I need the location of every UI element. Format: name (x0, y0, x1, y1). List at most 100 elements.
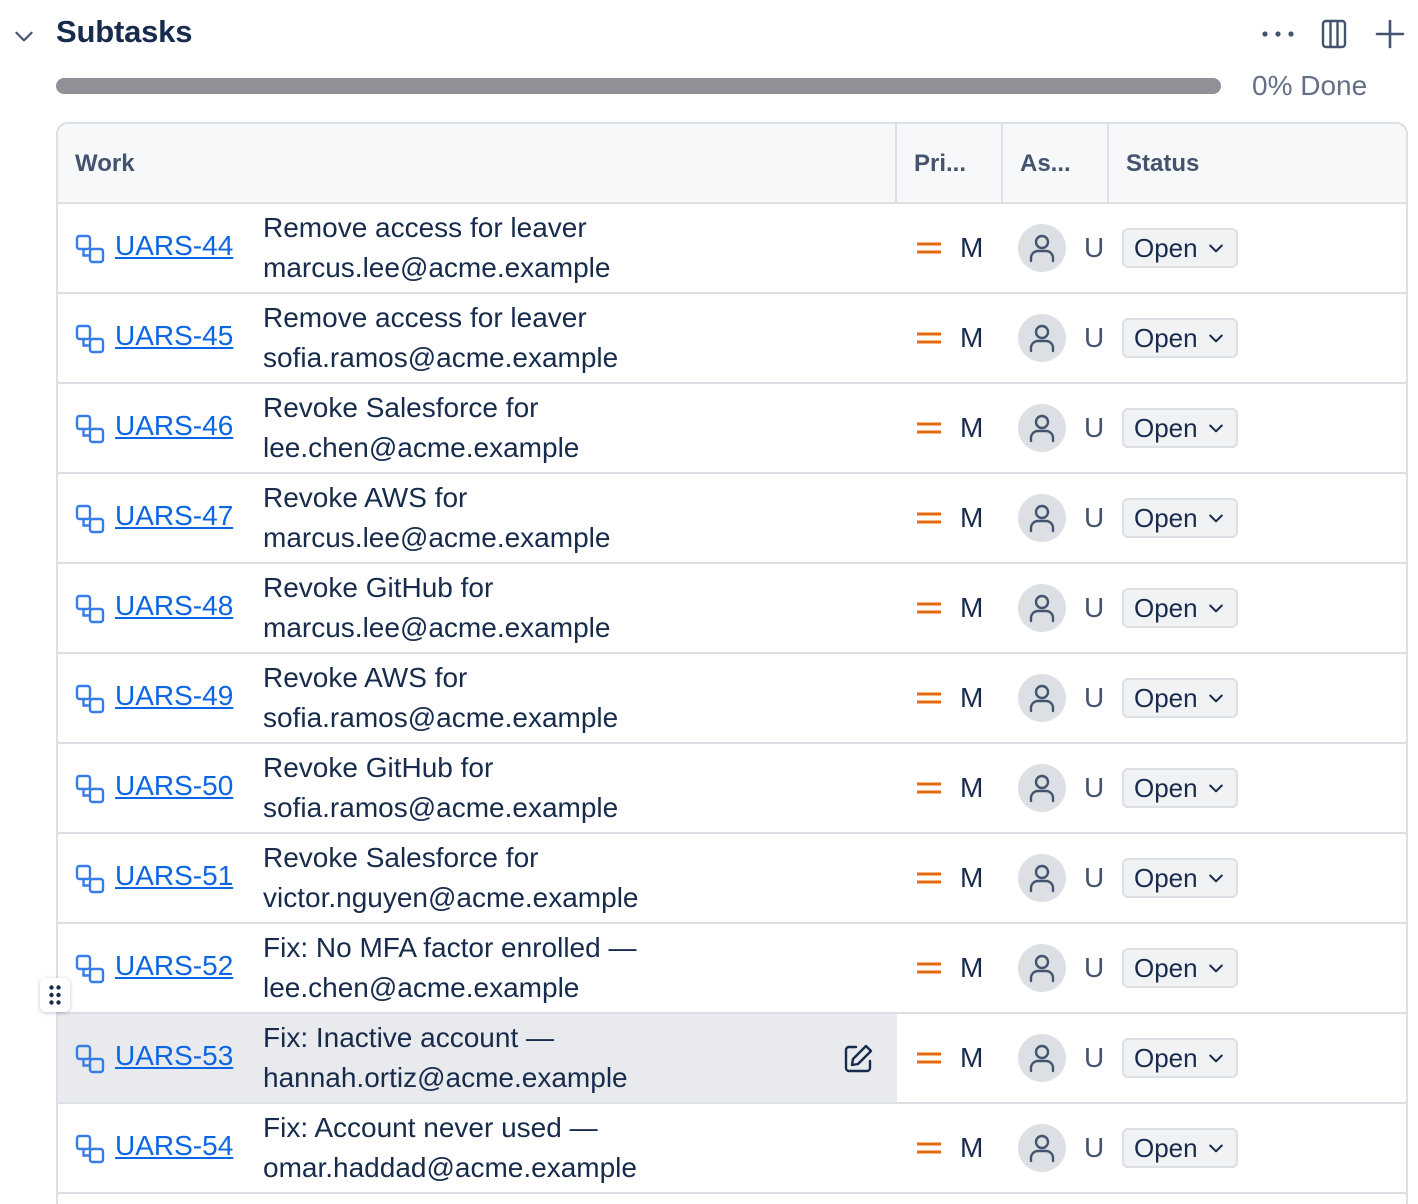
table-row[interactable]: UARS-54 Fix: Account never used — omar.ha… (58, 1104, 1406, 1194)
status-dropdown[interactable]: Open (1122, 228, 1238, 268)
assignee-cell[interactable]: U (1018, 204, 1104, 292)
issue-key-link[interactable]: UARS-52 (115, 950, 233, 982)
issue-key-link[interactable]: UARS-45 (115, 320, 233, 352)
chevron-down-icon (1208, 1054, 1223, 1063)
drag-handle[interactable] (40, 978, 70, 1012)
subtask-icon (75, 324, 105, 354)
assignee-cell[interactable]: U (1018, 474, 1104, 562)
status-dropdown[interactable]: Open (1122, 408, 1238, 448)
work-cell: UARS-50 Revoke GitHub for sofia.ramos@acm… (58, 744, 897, 832)
table-row[interactable]: UARS-51 Revoke Salesforce for victor.nguy… (58, 834, 1406, 924)
issue-key-link[interactable]: UARS-51 (115, 860, 233, 892)
status-label: Open (1134, 952, 1198, 983)
issue-key-link[interactable]: UARS-47 (115, 500, 233, 532)
assignee-cell[interactable]: U (1018, 294, 1104, 382)
assignee-cell[interactable]: U (1018, 924, 1104, 1012)
issue-summary[interactable]: Fix: Account never used — omar.haddad@ac… (263, 1108, 703, 1188)
table-row[interactable]: UARS-45 Remove access for leaver sofia.ra… (58, 294, 1406, 384)
table-row[interactable]: UARS-50 Revoke GitHub for sofia.ramos@acm… (58, 744, 1406, 834)
priority-cell[interactable]: M (916, 1104, 983, 1192)
issue-summary[interactable]: Fix: Inactive account — hannah.ortiz@acm… (263, 1018, 703, 1098)
status-label: Open (1134, 1042, 1198, 1073)
issue-summary[interactable]: Revoke Salesforce for lee.chen@acme.exam… (263, 388, 703, 468)
issue-key-link[interactable]: UARS-44 (115, 230, 233, 262)
issue-summary[interactable]: Fix: No MFA factor enrolled — lee.chen@a… (263, 928, 703, 1008)
column-header-assignee[interactable]: As... (1003, 124, 1109, 204)
priority-medium-icon (917, 422, 941, 434)
status-dropdown[interactable]: Open (1122, 948, 1238, 988)
issue-key-link[interactable]: UARS-48 (115, 590, 233, 622)
assignee-cell[interactable]: U (1018, 744, 1104, 832)
issue-key-link[interactable]: UARS-46 (115, 410, 233, 442)
edit-icon[interactable] (840, 1041, 876, 1077)
work-cell: UARS-54 Fix: Account never used — omar.ha… (58, 1104, 897, 1192)
priority-cell[interactable]: M (916, 654, 983, 742)
priority-cell[interactable]: M (916, 384, 983, 472)
user-icon (1029, 774, 1055, 803)
assignee-cell[interactable]: U (1018, 564, 1104, 652)
table-row[interactable]: UARS-53 Fix: Inactive account — hannah.or… (58, 1014, 1406, 1104)
status-dropdown[interactable]: Open (1122, 858, 1238, 898)
assignee-text: U (1084, 772, 1105, 803)
status-dropdown[interactable]: Open (1122, 1038, 1238, 1078)
status-dropdown[interactable]: Open (1122, 498, 1238, 538)
work-cell: UARS-44 Remove access for leaver marcus.l… (58, 204, 897, 292)
priority-cell[interactable]: M (916, 294, 983, 382)
priority-cell[interactable]: M (916, 744, 983, 832)
priority-cell[interactable]: M (916, 204, 983, 292)
table-row[interactable]: UARS-49 Revoke AWS for sofia.ramos@acme.e… (58, 654, 1406, 744)
status-dropdown[interactable]: Open (1122, 588, 1238, 628)
issue-summary[interactable]: Remove access for leaver marcus.lee@acme… (263, 208, 703, 288)
table-row[interactable]: UARS-47 Revoke AWS for marcus.lee@acme.ex… (58, 474, 1406, 564)
issue-key-link[interactable]: UARS-53 (115, 1040, 233, 1072)
table-row[interactable]: UARS-44 Remove access for leaver marcus.l… (58, 204, 1406, 294)
assignee-cell[interactable]: U (1018, 1014, 1104, 1102)
column-header-status[interactable]: Status (1109, 124, 1406, 204)
issue-summary[interactable]: Revoke GitHub for marcus.lee@acme.exampl… (263, 568, 703, 648)
user-icon (1029, 954, 1055, 983)
issue-summary[interactable]: Revoke AWS for marcus.lee@acme.example (263, 478, 703, 558)
assignee-cell[interactable]: U (1018, 1104, 1104, 1192)
chevron-down-icon (1208, 964, 1223, 973)
priority-cell[interactable]: M (916, 924, 983, 1012)
priority-text: M (960, 412, 984, 443)
issue-summary[interactable]: Revoke AWS for sofia.ramos@acme.example (263, 658, 703, 738)
issue-summary[interactable]: Revoke Salesforce for victor.nguyen@acme… (263, 838, 703, 918)
avatar (1018, 584, 1066, 632)
status-dropdown[interactable]: Open (1122, 318, 1238, 358)
assignee-cell[interactable]: U (1018, 654, 1104, 742)
priority-text: M (960, 772, 984, 803)
column-header-priority[interactable]: Pri... (897, 124, 1003, 204)
priority-cell[interactable]: M (916, 474, 983, 562)
status-dropdown[interactable]: Open (1122, 678, 1238, 718)
assignee-cell[interactable]: U (1018, 834, 1104, 922)
table-row[interactable]: UARS-52 Fix: No MFA factor enrolled — lee… (58, 924, 1406, 1014)
subtask-icon (75, 684, 105, 714)
priority-text: M (960, 232, 984, 263)
table-row[interactable]: UARS-48 Revoke GitHub for marcus.lee@acme… (58, 564, 1406, 654)
issue-summary[interactable]: Revoke GitHub for sofia.ramos@acme.examp… (263, 748, 703, 828)
more-actions-button[interactable] (1260, 14, 1296, 54)
columns-button[interactable] (1316, 14, 1352, 54)
collapse-button[interactable] (8, 20, 40, 52)
priority-text: M (960, 862, 984, 893)
issue-key-link[interactable]: UARS-50 (115, 770, 233, 802)
user-icon (1029, 594, 1055, 623)
status-dropdown[interactable]: Open (1122, 768, 1238, 808)
issue-key-link[interactable]: UARS-54 (115, 1130, 233, 1162)
priority-cell[interactable]: M (916, 564, 983, 652)
issue-summary[interactable]: Remove access for leaver sofia.ramos@acm… (263, 298, 703, 378)
priority-cell[interactable]: M (916, 834, 983, 922)
status-dropdown[interactable]: Open (1122, 1128, 1238, 1168)
work-cell: UARS-47 Revoke AWS for marcus.lee@acme.ex… (58, 474, 897, 562)
priority-cell[interactable]: M (916, 1014, 983, 1102)
work-cell: UARS-53 Fix: Inactive account — hannah.or… (58, 1014, 897, 1102)
issue-key-link[interactable]: UARS-49 (115, 680, 233, 712)
column-header-work[interactable]: Work (58, 124, 897, 204)
add-subtask-button[interactable] (1372, 14, 1408, 54)
avatar (1018, 1034, 1066, 1082)
priority-text: M (960, 1042, 984, 1073)
assignee-cell[interactable]: U (1018, 384, 1104, 472)
subtask-icon (75, 594, 105, 624)
table-row[interactable]: UARS-46 Revoke Salesforce for lee.chen@ac… (58, 384, 1406, 474)
